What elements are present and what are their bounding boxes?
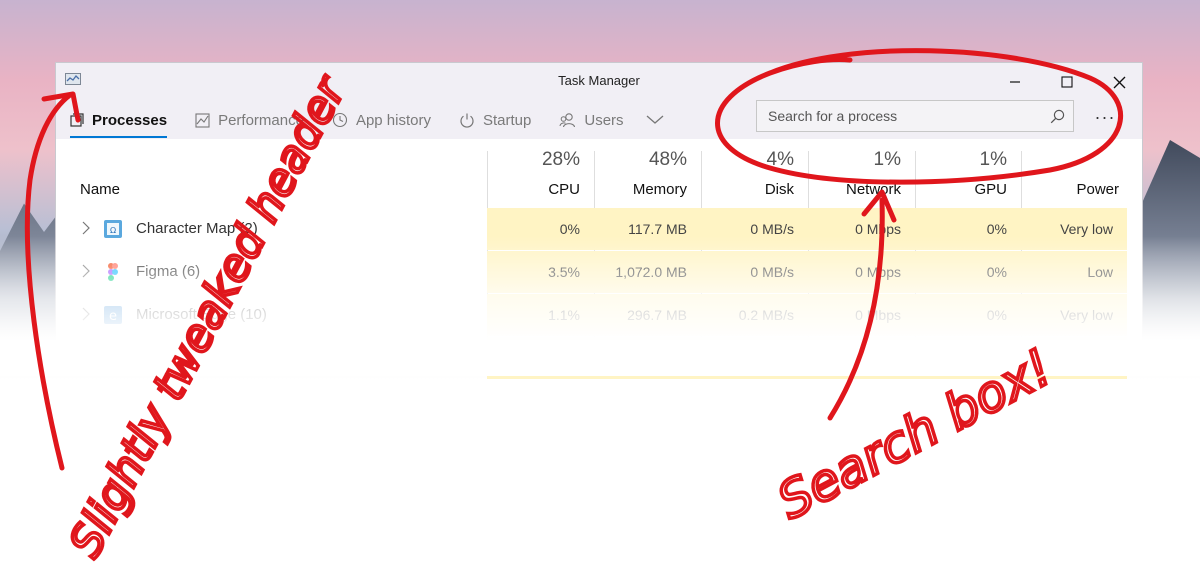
chevron-right-icon[interactable] (82, 307, 90, 321)
tab-startup[interactable]: Startup (459, 103, 531, 137)
disk-cell: 0 MB/s (701, 251, 808, 293)
tab-label: Startup (482, 111, 532, 129)
gpu-label: GPU (974, 181, 1007, 198)
process-row-microsoft-edge[interactable]: e Microsoft Edge (10) 1.1% 296.7 MB 0.2 … (56, 294, 1142, 336)
tab-users[interactable]: Users (559, 103, 624, 137)
process-row-figma[interactable]: Figma (6) 3.5% 1,072.0 MB 0 MB/s 0 Mbps … (56, 251, 1142, 293)
window-title: Task Manager (558, 73, 640, 88)
process-name: Figma (6) (136, 263, 201, 280)
power-cell: Low (1021, 251, 1127, 293)
gpu-percent: 1% (979, 149, 1007, 170)
memory-cell: 117.7 MB (594, 208, 701, 250)
performance-icon (195, 112, 210, 128)
process-name: OneNote (2) (136, 349, 219, 366)
more-tabs-button[interactable] (646, 103, 664, 137)
column-header-cpu[interactable]: 28% CPU (487, 139, 594, 207)
gpu-cell: 0.1% (915, 337, 1021, 379)
network-cell: 0 Mbps (808, 208, 915, 250)
column-header-gpu[interactable]: 1% GPU (915, 139, 1021, 207)
search-box[interactable] (756, 100, 1074, 132)
column-header-power[interactable]: Power (1021, 139, 1133, 207)
disk-label: Disk (764, 181, 794, 198)
memory-cell: 55.7 MB (594, 337, 701, 379)
power-cell: Very low (1021, 208, 1127, 250)
figma-icon (108, 263, 118, 281)
tab-app-history[interactable]: App history (332, 103, 431, 137)
onenote-icon: N (104, 349, 122, 367)
memory-cell: 1,072.0 MB (594, 251, 701, 293)
processes-icon (70, 113, 84, 127)
title-bar: Task Manager Processes Performance App h… (56, 63, 1142, 139)
cpu-cell: 0% (487, 208, 594, 250)
microsoft-edge-icon: e (104, 306, 122, 324)
chevron-right-icon[interactable] (82, 221, 90, 235)
more-options-button[interactable]: ··· (1090, 103, 1120, 131)
disk-cell: 0.2 MB/s (701, 294, 808, 336)
gpu-cell: 0% (915, 294, 1021, 336)
network-label: Network (845, 181, 901, 198)
tab-label: Users (584, 111, 624, 129)
disk-cell: 0.8 MB/s (701, 337, 808, 379)
app-history-icon (332, 112, 347, 128)
process-row-character-map[interactable]: Ω Character Map (2) 0% 117.7 MB 0 MB/s 0… (56, 208, 1142, 250)
cpu-cell: 1.1% (487, 294, 594, 336)
memory-percent: 48% (648, 149, 687, 170)
chevron-down-icon[interactable] (79, 353, 93, 361)
column-header-network[interactable]: 1% Network (808, 139, 915, 207)
task-manager-window: Task Manager Processes Performance App h… (55, 62, 1143, 379)
power-cell: Very low (1021, 337, 1127, 379)
chevron-down-icon (646, 115, 663, 124)
memory-cell: 296.7 MB (594, 294, 701, 336)
network-cell: 0.1 Mbps (808, 337, 915, 379)
process-name: Microsoft Edge (10) (136, 306, 267, 323)
chevron-right-icon[interactable] (82, 264, 90, 278)
startup-icon (460, 113, 474, 128)
memory-label: Memory (632, 181, 687, 198)
power-label: Power (1076, 181, 1119, 198)
network-cell: 0 Mbps (808, 251, 915, 293)
cpu-label: CPU (548, 181, 580, 198)
cpu-cell: 3.5% (487, 251, 594, 293)
search-icon (1050, 109, 1064, 123)
column-header-name[interactable]: Name (80, 181, 120, 198)
network-percent: 1% (873, 149, 901, 170)
column-header-disk[interactable]: 4% Disk (701, 139, 808, 207)
tab-strip: Processes Performance App history Startu… (70, 103, 664, 138)
minimize-icon (1010, 81, 1020, 83)
search-button[interactable] (1041, 109, 1073, 124)
disk-percent: 4% (766, 149, 794, 170)
power-cell: Very low (1021, 294, 1127, 336)
tab-processes[interactable]: Processes (70, 103, 168, 138)
search-input[interactable] (757, 107, 1041, 125)
svg-text:Ω: Ω (110, 226, 116, 235)
network-cell: 0 Mbps (808, 294, 915, 336)
svg-text:e: e (109, 309, 117, 324)
column-header-row: Name 28% CPU 48% Memory 4% Disk 1% Netwo… (56, 139, 1142, 207)
gpu-cell: 0% (915, 208, 1021, 250)
process-name: Character Map (2) (136, 220, 258, 237)
gpu-cell: 0% (915, 251, 1021, 293)
svg-text:N: N (109, 352, 118, 366)
close-icon (1113, 76, 1125, 88)
tab-label: Processes (92, 111, 168, 129)
process-row-onenote[interactable]: N OneNote (2) 2.0% 55.7 MB 0.8 MB/s 0.1 … (56, 337, 1142, 379)
cpu-percent: 28% (541, 149, 580, 170)
minimize-button[interactable] (992, 67, 1038, 97)
maximize-icon (1061, 76, 1073, 88)
disk-cell: 0 MB/s (701, 208, 808, 250)
users-icon (559, 113, 576, 128)
tab-label: Performance (218, 111, 304, 129)
tab-performance[interactable]: Performance (195, 103, 304, 137)
tab-label: App history (355, 111, 431, 129)
column-header-memory[interactable]: 48% Memory (594, 139, 701, 207)
maximize-button[interactable] (1044, 67, 1090, 97)
cpu-cell: 2.0% (487, 337, 594, 379)
character-map-icon: Ω (104, 220, 122, 238)
close-button[interactable] (1096, 67, 1142, 97)
